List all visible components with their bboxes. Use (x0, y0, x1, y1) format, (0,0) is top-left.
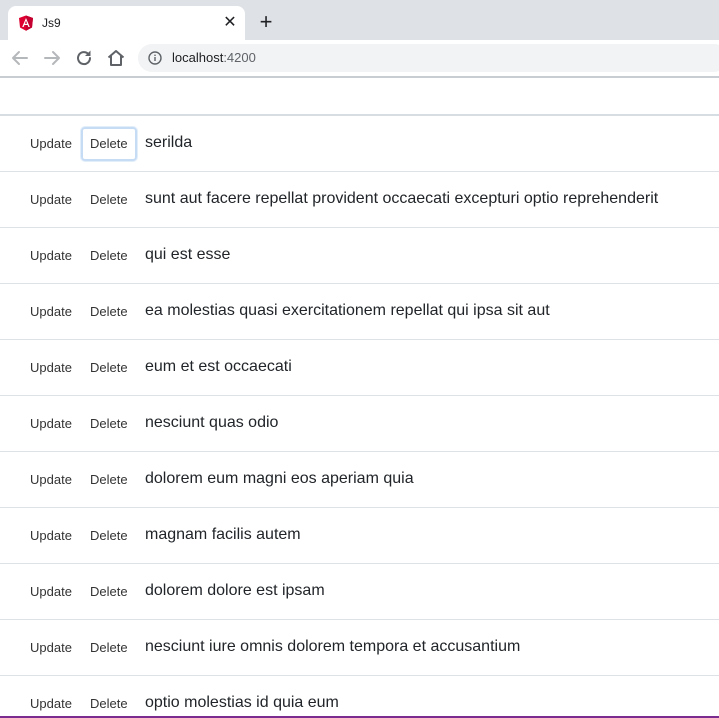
update-button[interactable]: Update (21, 295, 81, 329)
page-content: Update Delete serilda Update Delete sunt… (0, 78, 719, 718)
list-item: Update Delete magnam facilis autem (0, 508, 719, 564)
browser-toolbar: localhost:4200 (0, 40, 719, 76)
home-button[interactable] (104, 46, 128, 70)
update-button[interactable]: Update (21, 575, 81, 609)
update-button[interactable]: Update (21, 407, 81, 441)
item-title: serilda (145, 134, 193, 151)
item-title: nesciunt quas odio (145, 414, 279, 431)
delete-button[interactable]: Delete (81, 295, 137, 329)
list-item: Update Delete sunt aut facere repellat p… (0, 172, 719, 228)
list-item: Update Delete eum et est occaecati (0, 340, 719, 396)
update-button[interactable]: Update (21, 351, 81, 385)
update-button[interactable]: Update (21, 183, 81, 217)
item-title: ea molestias quasi exercitationem repell… (145, 302, 550, 319)
reload-icon (72, 46, 96, 70)
delete-button[interactable]: Delete (81, 239, 137, 273)
item-title: optio molestias id quia eum (145, 694, 339, 711)
info-icon[interactable] (148, 51, 162, 65)
update-button[interactable]: Update (21, 631, 81, 665)
url-host: localhost (172, 50, 224, 65)
item-title: eum et est occaecati (145, 358, 292, 375)
list-item: Update Delete dolorem dolore est ipsam (0, 564, 719, 620)
update-button[interactable]: Update (21, 463, 81, 497)
post-list: Update Delete serilda Update Delete sunt… (0, 116, 719, 718)
back-button[interactable] (8, 46, 32, 70)
list-item: Update Delete optio molestias id quia eu… (0, 676, 719, 718)
arrow-right-icon (40, 46, 64, 70)
url-port: :4200 (223, 50, 256, 65)
item-title: qui est esse (145, 246, 231, 263)
item-title: nesciunt iure omnis dolorem tempora et a… (145, 638, 521, 655)
delete-button[interactable]: Delete (81, 407, 137, 441)
browser-tab[interactable]: Js9 ✕ (8, 6, 245, 40)
delete-button[interactable]: Delete (81, 351, 137, 385)
tab-strip: Js9 ✕ + (0, 0, 719, 40)
address-bar[interactable]: localhost:4200 (138, 44, 719, 72)
url-text[interactable]: localhost:4200 (172, 50, 256, 66)
list-item: Update Delete serilda (0, 116, 719, 172)
delete-button[interactable]: Delete (81, 519, 137, 553)
item-title: magnam facilis autem (145, 526, 301, 543)
list-item: Update Delete nesciunt quas odio (0, 396, 719, 452)
list-item: Update Delete ea molestias quasi exercit… (0, 284, 719, 340)
list-item: Update Delete dolorem eum magni eos aper… (0, 452, 719, 508)
close-icon[interactable]: ✕ (222, 15, 238, 31)
item-title: sunt aut facere repellat provident occae… (145, 190, 659, 207)
angular-logo-icon (18, 15, 34, 31)
new-tab-button[interactable]: + (254, 10, 278, 34)
list-item: Update Delete qui est esse (0, 228, 719, 284)
delete-button[interactable]: Delete (81, 575, 137, 609)
update-button[interactable]: Update (21, 127, 81, 161)
reload-button[interactable] (72, 46, 96, 70)
home-icon (104, 46, 128, 70)
forward-button[interactable] (40, 46, 64, 70)
update-button[interactable]: Update (21, 687, 81, 718)
item-title: dolorem eum magni eos aperiam quia (145, 470, 414, 487)
delete-button[interactable]: Delete (81, 463, 137, 497)
arrow-left-icon (8, 46, 32, 70)
list-item: Update Delete nesciunt iure omnis dolore… (0, 620, 719, 676)
item-title: dolorem dolore est ipsam (145, 582, 325, 599)
delete-button[interactable]: Delete (81, 127, 137, 161)
delete-button[interactable]: Delete (81, 183, 137, 217)
tab-title: Js9 (42, 16, 61, 30)
update-button[interactable]: Update (21, 519, 81, 553)
update-button[interactable]: Update (21, 239, 81, 273)
delete-button[interactable]: Delete (81, 631, 137, 665)
delete-button[interactable]: Delete (81, 687, 137, 718)
